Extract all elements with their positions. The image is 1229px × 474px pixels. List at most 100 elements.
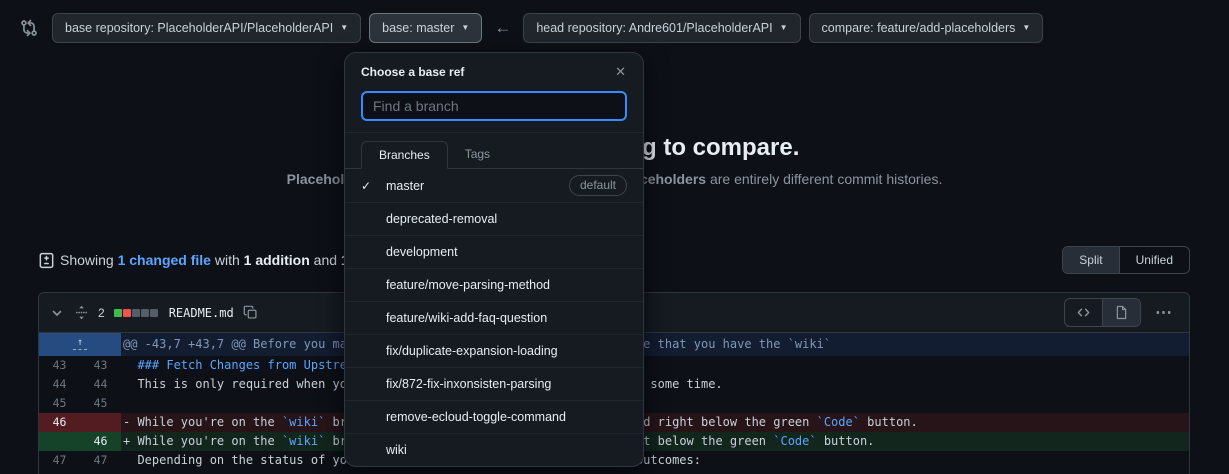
default-badge: default xyxy=(569,175,627,196)
code-segment: ### Fetch Changes from Upstream xyxy=(137,358,361,372)
chevron-down-icon: ▼ xyxy=(340,24,348,32)
branch-item[interactable]: wiki xyxy=(345,433,643,466)
branch-item[interactable]: feature/wiki-add-faq-question xyxy=(345,301,643,334)
file-header-actions: ⋯ xyxy=(1064,298,1179,327)
branch-name: remove-ecloud-toggle-command xyxy=(386,410,566,424)
new-line-number[interactable]: 43 xyxy=(80,356,121,375)
description-part: are entirely different commit histories. xyxy=(706,171,942,187)
collapse-chevron-icon[interactable] xyxy=(49,305,65,321)
branch-name: feature/move-parsing-method xyxy=(386,278,550,292)
branch-filter xyxy=(345,89,643,133)
rich-diff-button[interactable] xyxy=(1102,299,1140,326)
file-changes-count: 2 xyxy=(98,306,105,320)
branch-item[interactable]: ✓master default xyxy=(345,169,643,202)
branch-item[interactable]: development xyxy=(345,235,643,268)
unified-view-button[interactable]: Unified xyxy=(1119,247,1189,273)
old-line-number[interactable]: 44 xyxy=(39,375,80,394)
summary-part: Showing xyxy=(60,252,118,268)
branch-name: master xyxy=(386,179,424,193)
old-line-number[interactable]: 46 xyxy=(39,413,80,432)
head-repository-label: head repository: Andre601/PlaceholderAPI xyxy=(536,21,772,35)
code-line: + While you're on the `wiki` branch, you… xyxy=(121,432,1189,451)
ref-type-tabs: BranchesTags xyxy=(345,133,643,169)
kebab-menu-button[interactable]: ⋯ xyxy=(1149,303,1179,323)
new-line-number[interactable]: 46 xyxy=(80,432,121,451)
old-line-number[interactable]: 43 xyxy=(39,356,80,375)
base-branch-selector[interactable]: base: master ▼ xyxy=(369,13,482,43)
summary-part: 1 addition xyxy=(244,252,310,268)
branch-item[interactable]: fix/872-fix-inxonsisten-parsing xyxy=(345,367,643,400)
file-icon xyxy=(1114,305,1129,320)
code-segment: `wiki` xyxy=(282,434,325,448)
branch-list: ✓master default deprecated-removal developm… xyxy=(345,169,643,466)
branch-item[interactable]: fix/duplicate-expansion-loading xyxy=(345,334,643,367)
diffstat-neutral-block xyxy=(150,309,158,317)
expand-dash xyxy=(73,349,87,350)
expand-up-icon: ↑ xyxy=(77,339,83,347)
chevron-down-icon: ▼ xyxy=(780,24,788,32)
code-segment: `wiki` xyxy=(282,415,325,429)
changed-files-link[interactable]: 1 changed file xyxy=(118,252,211,268)
branch-item[interactable]: remove-ecloud-toggle-command xyxy=(345,400,643,433)
file-name[interactable]: README.md xyxy=(169,306,234,320)
code-line: This is only required when you haven't s… xyxy=(121,375,1189,394)
new-line-number[interactable] xyxy=(80,413,121,432)
tab-branches[interactable]: Branches xyxy=(361,141,448,169)
diffstat-added-block xyxy=(114,309,122,317)
dropdown-title: Choose a base ref xyxy=(361,65,464,79)
branch-name: deprecated-removal xyxy=(386,212,497,226)
old-line-number[interactable]: 45 xyxy=(39,394,80,413)
drag-handle-icon[interactable] xyxy=(74,305,89,320)
code-segment: - While you're on the xyxy=(123,415,282,429)
diffstat-neutral-block xyxy=(141,309,149,317)
summary-part: with xyxy=(211,252,244,268)
compare-branch-label: compare: feature/add-placeholders xyxy=(822,21,1016,35)
code-line: Depending on the status of your branch c… xyxy=(121,451,1189,470)
code-segment xyxy=(123,358,137,372)
find-branch-input[interactable] xyxy=(361,91,627,121)
branch-name: fix/872-fix-inxonsisten-parsing xyxy=(386,377,551,391)
summary-part: and xyxy=(310,252,341,268)
base-ref-dropdown: Choose a base ref ✕ BranchesTags ✓master… xyxy=(344,52,644,467)
new-line-number[interactable]: 45 xyxy=(80,394,121,413)
base-branch-label: base: master xyxy=(382,21,454,35)
file-diff-icon xyxy=(38,252,55,269)
expand-hunk-button[interactable]: ↑ xyxy=(39,333,121,356)
compare-toolbar: base repository: PlaceholderAPI/Placehol… xyxy=(0,0,1229,56)
copy-icon[interactable] xyxy=(243,305,258,320)
compare-branch-selector[interactable]: compare: feature/add-placeholders ▼ xyxy=(809,13,1044,43)
base-repository-selector[interactable]: base repository: PlaceholderAPI/Placehol… xyxy=(52,13,361,43)
code-line xyxy=(121,394,1189,413)
diffstat-deleted-block xyxy=(123,309,131,317)
code-segment: button. xyxy=(817,434,875,448)
code-line: @@ -43,7 +43,7 @@ Before you make any ch… xyxy=(121,333,1189,356)
split-view-button[interactable]: Split xyxy=(1063,247,1118,273)
branch-name: fix/duplicate-expansion-loading xyxy=(386,344,558,358)
branch-name: feature/wiki-add-faq-question xyxy=(386,311,547,325)
check-icon: ✓ xyxy=(361,179,386,193)
old-line-number[interactable]: 47 xyxy=(39,451,80,470)
branch-name: wiki xyxy=(386,443,407,457)
chevron-down-icon: ▼ xyxy=(1022,24,1030,32)
new-line-number[interactable]: 44 xyxy=(80,375,121,394)
tab-tags[interactable]: Tags xyxy=(448,141,507,168)
base-repository-label: base repository: PlaceholderAPI/Placehol… xyxy=(65,21,333,35)
dropdown-header: Choose a base ref ✕ xyxy=(345,53,643,89)
chevron-down-icon: ▼ xyxy=(461,24,469,32)
branch-item[interactable]: deprecated-removal xyxy=(345,202,643,235)
diffstat-blocks xyxy=(114,309,158,317)
code-segment: `Code` xyxy=(817,415,860,429)
diff-view-toggle: Split Unified xyxy=(1062,246,1190,274)
source-view-button[interactable] xyxy=(1065,299,1102,326)
left-arrow-icon: ← xyxy=(494,18,511,38)
diffstat-neutral-block xyxy=(132,309,140,317)
branch-name: development xyxy=(386,245,458,259)
code-icon xyxy=(1076,305,1091,320)
close-icon[interactable]: ✕ xyxy=(608,62,633,82)
code-line: - While you're on the `wiki` branch, you… xyxy=(121,413,1189,432)
old-line-number[interactable] xyxy=(39,432,80,451)
code-segment: `Code` xyxy=(773,434,816,448)
new-line-number[interactable]: 47 xyxy=(80,451,121,470)
branch-item[interactable]: feature/move-parsing-method xyxy=(345,268,643,301)
head-repository-selector[interactable]: head repository: Andre601/PlaceholderAPI… xyxy=(523,13,800,43)
